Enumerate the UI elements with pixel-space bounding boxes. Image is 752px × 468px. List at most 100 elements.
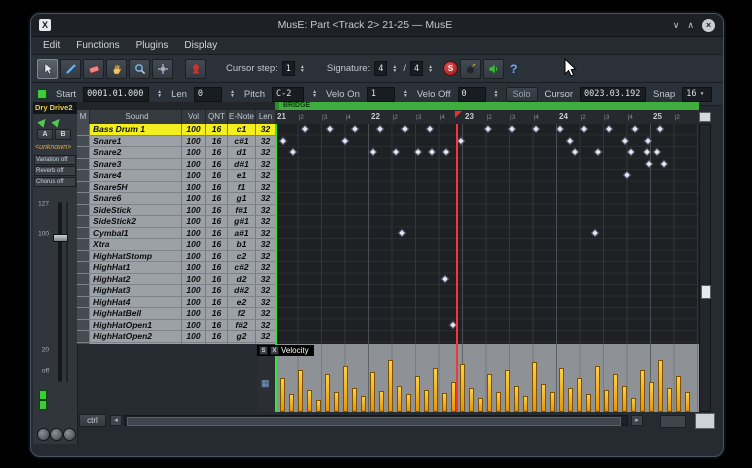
crosshair-tool[interactable] (152, 59, 173, 79)
drum-row[interactable]: SideStick210016g#132 (77, 216, 275, 228)
titlebar[interactable]: X MusE: Part <Track 2> 21-25 — MusE ∨ ∧ … (31, 14, 723, 37)
note-diamond[interactable] (556, 125, 564, 133)
velocity-bar[interactable] (604, 390, 609, 412)
drum-enote-cell[interactable]: f1 (227, 182, 255, 193)
velocity-bar[interactable] (406, 394, 411, 412)
note-diamond[interactable] (627, 148, 635, 156)
drum-row[interactable]: Bass Drum 110016c132 (77, 124, 275, 136)
note-diamond[interactable] (351, 125, 359, 133)
drum-row[interactable]: HighHat210016d232 (77, 274, 275, 286)
drum-sound-cell[interactable]: Xtra (89, 239, 181, 250)
note-diamond[interactable] (644, 136, 652, 144)
drum-row[interactable]: Xtra10016b132 (77, 239, 275, 251)
drum-vol-cell[interactable]: 100 (181, 320, 205, 331)
playhead-line[interactable] (456, 124, 458, 344)
drum-sound-cell[interactable]: SideStick (89, 205, 181, 216)
drum-qnt-cell[interactable]: 16 (205, 124, 227, 135)
panic-bomb-icon[interactable] (460, 59, 481, 79)
drum-row[interactable]: Snare610016g132 (77, 193, 275, 205)
drum-sound-cell[interactable]: HighHatOpen2 (89, 331, 181, 342)
drum-enote-cell[interactable]: g2 (227, 331, 255, 342)
menu-item-plugins[interactable]: Plugins (136, 40, 169, 51)
knob-icon[interactable] (37, 428, 50, 441)
velo-on-spinner[interactable]: ▲▼ (401, 90, 410, 98)
fx-chorus-button[interactable]: Chorus off (34, 177, 76, 187)
drum-len-cell[interactable]: 32 (255, 331, 275, 342)
drum-m-cell[interactable] (77, 274, 89, 285)
note-diamond[interactable] (656, 125, 664, 133)
drum-sound-cell[interactable]: Cymbal1 (89, 228, 181, 239)
maximize-button[interactable]: ∧ (687, 20, 694, 31)
drum-len-cell[interactable]: 32 (255, 182, 275, 193)
drum-len-cell[interactable]: 32 (255, 159, 275, 170)
drum-row[interactable]: Snare5H10016f132 (77, 182, 275, 194)
controller-list-icon[interactable]: ▦ (261, 378, 270, 389)
fx-reverb-button[interactable]: Reverb off (34, 166, 76, 176)
drum-row[interactable]: HighHat410016e232 (77, 297, 275, 309)
velocity-bar[interactable] (352, 388, 357, 412)
drum-vol-cell[interactable]: 100 (181, 147, 205, 158)
drum-qnt-cell[interactable]: 16 (205, 136, 227, 147)
speaker-icon[interactable] (483, 59, 504, 79)
start-field[interactable]: 0001.01.000 (83, 87, 149, 102)
velocity-bar[interactable] (568, 388, 573, 412)
note-diamond[interactable] (580, 125, 588, 133)
velo-off-spinner[interactable]: ▲▼ (492, 90, 501, 98)
scroll-left-icon[interactable]: ◂ (110, 415, 122, 426)
drum-m-cell[interactable] (77, 285, 89, 296)
drum-vol-cell[interactable]: 100 (181, 308, 205, 319)
velo-off-field[interactable]: 0 (458, 87, 486, 102)
drum-len-cell[interactable]: 32 (255, 124, 275, 135)
drum-enote-cell[interactable]: d2 (227, 274, 255, 285)
velocity-bar[interactable] (514, 386, 519, 412)
drum-qnt-cell[interactable]: 16 (205, 331, 227, 342)
drum-sound-cell[interactable]: HighHat4 (89, 297, 181, 308)
drum-row[interactable]: HighHatStomp10016c232 (77, 251, 275, 263)
drum-sound-cell[interactable]: HighHatBell (89, 308, 181, 319)
drum-qnt-cell[interactable]: 16 (205, 320, 227, 331)
drum-qnt-cell[interactable]: 16 (205, 343, 227, 345)
velocity-bar[interactable] (685, 392, 690, 412)
patch-name-label[interactable]: <unknown> (35, 144, 77, 151)
drum-sound-cell[interactable]: Snare4 (89, 170, 181, 181)
velocity-bar[interactable] (613, 374, 618, 412)
velocity-bar[interactable] (658, 360, 663, 412)
note-diamond[interactable] (508, 125, 516, 133)
close-button[interactable]: × (702, 19, 715, 32)
velocity-bar[interactable] (370, 372, 375, 412)
drum-enote-cell[interactable]: f2 (227, 308, 255, 319)
drum-sound-cell[interactable]: Snare3 (89, 159, 181, 170)
drum-sound-cell[interactable]: HighHat1 (89, 262, 181, 273)
drum-enote-cell[interactable]: g1 (227, 193, 255, 204)
drum-sound-cell[interactable]: HighHat3 (89, 285, 181, 296)
scroll-right-icon[interactable]: ▸ (631, 415, 643, 426)
velocity-bar[interactable] (424, 390, 429, 412)
drum-m-cell[interactable] (77, 170, 89, 181)
start-spinner[interactable]: ▲▼ (155, 90, 164, 98)
drum-row[interactable]: HighHatOpen310016g#232 (77, 343, 275, 345)
drum-row[interactable]: Cymbal110016a#132 (77, 228, 275, 240)
drum-row[interactable]: Snare210016d132 (77, 147, 275, 159)
slider-handle[interactable] (53, 234, 68, 242)
velocity-bar[interactable] (595, 366, 600, 412)
note-diamond[interactable] (571, 148, 579, 156)
drum-vol-cell[interactable]: 100 (181, 285, 205, 296)
drum-row[interactable]: HighHatOpen110016f#232 (77, 320, 275, 332)
timeline-ruler[interactable]: 21|2|3|422|2|3|423|2|3|424|2|3|425|2 (275, 110, 699, 125)
velocity-bar[interactable] (586, 394, 591, 412)
drum-m-cell[interactable] (77, 193, 89, 204)
drum-enote-cell[interactable]: f#2 (227, 320, 255, 331)
drum-enote-cell[interactable]: d#2 (227, 285, 255, 296)
drum-qnt-cell[interactable]: 16 (205, 308, 227, 319)
velocity-bar[interactable] (478, 398, 483, 412)
drum-qnt-cell[interactable]: 16 (205, 274, 227, 285)
signature-numerator[interactable]: 4 (374, 61, 387, 76)
drum-m-cell[interactable] (77, 262, 89, 273)
drum-m-cell[interactable] (77, 124, 89, 135)
drum-sound-cell[interactable]: Snare2 (89, 147, 181, 158)
note-diamond[interactable] (591, 228, 599, 236)
note-diamond[interactable] (376, 125, 384, 133)
velocity-bar[interactable] (289, 394, 294, 412)
drum-qnt-cell[interactable]: 16 (205, 159, 227, 170)
drum-m-cell[interactable] (77, 320, 89, 331)
